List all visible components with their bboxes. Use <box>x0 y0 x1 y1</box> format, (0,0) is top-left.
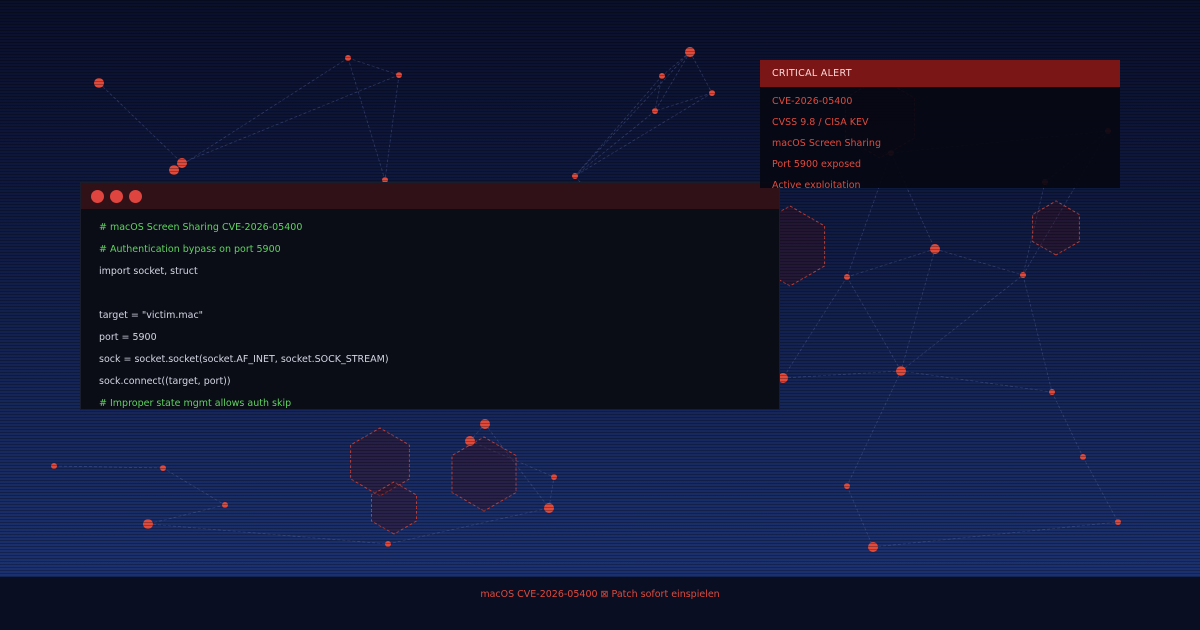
network-node <box>896 366 906 376</box>
window-control-dot[interactable] <box>91 189 104 203</box>
code-line: # Improper state mgmt allows auth skip <box>99 398 292 409</box>
terminal-body: # macOS Screen Sharing CVE-2026-05400 # … <box>81 209 779 415</box>
terminal-titlebar <box>81 183 779 209</box>
network-node <box>1115 519 1121 525</box>
hexagon-shape <box>451 436 517 512</box>
network-node <box>222 502 228 508</box>
alert-item: Port 5900 exposed <box>772 159 862 170</box>
network-node <box>177 158 187 168</box>
footer-bar: macOS CVE-2026-05400 ⊠ Patch sofort eins… <box>0 577 1200 630</box>
code-line: sock.connect((target, port)) <box>99 376 231 387</box>
alert-item: macOS Screen Sharing <box>772 138 881 149</box>
network-node <box>51 463 57 469</box>
code-line: target = "victim.mac" <box>99 310 204 321</box>
network-node <box>345 55 351 61</box>
network-node <box>169 165 179 175</box>
footer-text: macOS CVE-2026-05400 ⊠ Patch sofort eins… <box>480 589 720 600</box>
network-node <box>465 436 475 446</box>
network-node <box>160 465 166 471</box>
alert-title: CRITICAL ALERT <box>760 60 1120 87</box>
network-node <box>930 244 940 254</box>
code-line: sock = socket.socket(socket.AF_INET, soc… <box>99 354 389 365</box>
network-node <box>396 72 402 78</box>
critical-alert-panel: CRITICAL ALERT CVE-2026-05400 CVSS 9.8 /… <box>760 60 1120 188</box>
network-node <box>685 47 695 57</box>
alert-item: Active exploitation <box>772 180 861 188</box>
network-node <box>544 503 554 513</box>
hexagon-shape <box>1032 200 1080 256</box>
code-line: # Authentication bypass on port 5900 <box>99 244 281 255</box>
network-node <box>94 78 104 88</box>
code-line: # macOS Screen Sharing CVE-2026-05400 <box>99 222 303 233</box>
network-node <box>1049 389 1055 395</box>
network-node <box>659 73 665 79</box>
network-node <box>844 483 850 489</box>
code-line: port = 5900 <box>99 332 157 343</box>
window-control-dot[interactable] <box>110 189 123 203</box>
network-node <box>385 541 391 547</box>
code-terminal-window: # macOS Screen Sharing CVE-2026-05400 # … <box>80 182 780 410</box>
network-node <box>1020 272 1026 278</box>
network-node <box>652 108 658 114</box>
network-node <box>868 542 878 552</box>
network-node <box>480 419 490 429</box>
network-node <box>844 274 850 280</box>
network-node <box>709 90 715 96</box>
alert-body: CVE-2026-05400 CVSS 9.8 / CISA KEV macOS… <box>760 87 1120 188</box>
network-node <box>143 519 153 529</box>
network-node <box>572 173 578 179</box>
window-control-dot[interactable] <box>129 189 142 203</box>
code-line: import socket, struct <box>99 266 198 277</box>
network-node <box>1080 454 1086 460</box>
alert-item: CVSS 9.8 / CISA KEV <box>772 117 869 128</box>
alert-item: CVE-2026-05400 <box>772 96 853 107</box>
network-node <box>551 474 557 480</box>
